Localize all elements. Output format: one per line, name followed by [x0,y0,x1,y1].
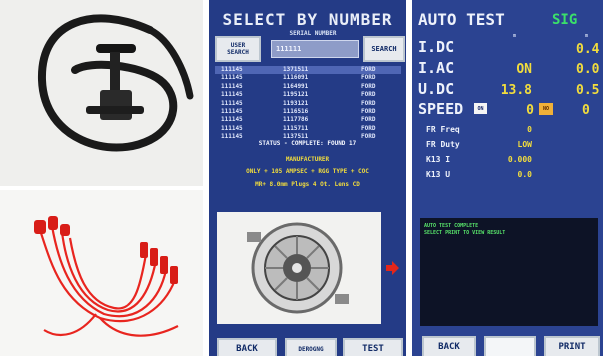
fr-duty-value: LOW [517,140,532,149]
speed-sig: 0 [582,103,590,118]
result-row[interactable]: 111145 1117786 FORD [215,116,401,124]
idc-sig: 0.4 [576,42,600,57]
result-make: FORD [361,99,376,107]
user-search-button[interactable]: USER SEARCH [215,36,261,62]
result-serial: 1117786 [283,116,309,124]
udc-value: 13.8 [500,83,532,98]
result-code: 111145 [221,66,243,73]
result-make: FORD [361,66,376,73]
console-message-line1: AUTO TEST COMPLETE [424,223,479,229]
arrow-right-icon[interactable] [385,261,399,275]
iac-label: I.AC [418,59,455,77]
result-serial: 1115711 [283,124,309,132]
user-search-label-line1: USER [230,42,246,49]
manufacturer-title: MANUFACTURER [285,156,330,163]
print-button[interactable]: PRINT [544,336,600,356]
result-console: AUTO TEST COMPLETE SELECT PRINT TO VIEW … [420,218,598,326]
k13-u-label: K13 U [426,170,451,179]
speed-indicator: NO [539,103,553,115]
test-leads-photo [0,190,203,356]
manufacturer-details-line1: ONLY + 105 AMPSEC + RGG TYPE + COC [246,168,369,175]
result-serial: 1195121 [283,91,309,99]
k13-u-value: 0.0 [517,170,532,179]
sig-unit-label: m [585,33,589,39]
screen-title: AUTO TEST [418,10,505,29]
result-serial: 1116091 [283,74,309,82]
screen-title: SELECT BY NUMBER [222,10,393,29]
idc-label: I.DC [418,38,455,56]
result-row[interactable]: 111145 1115711 FORD [215,125,401,133]
result-code: 111145 [221,99,243,107]
user-search-label-line2: SEARCH [227,49,249,56]
manufacturer-details-line2: MR+ 8.0mm Plugs 4 Ot. Lens CD [255,181,360,188]
result-row[interactable]: 111145 1116091 FORD [215,74,401,82]
coiled-cable-image [37,14,194,152]
result-row[interactable]: 111145 1116516 FORD [215,108,401,116]
other-option-button[interactable]: DEROGNG [285,338,337,356]
alternator-image [247,222,349,314]
red-test-leads-image [34,216,179,337]
back-button[interactable]: BACK [217,338,277,356]
speed-unit-toggle[interactable]: ON [474,103,487,114]
iac-value: ON [516,62,532,77]
fr-freq-value: 0 [527,125,532,134]
serial-number-input[interactable]: 111111 [271,40,359,58]
speed-value: 0 [526,103,534,118]
connector-cable-photo [0,0,203,186]
value-unit-label: m [513,33,517,39]
result-code: 111145 [221,124,243,132]
select-by-number-screen: SELECT BY NUMBER SERIAL NUMBER USER SEAR… [209,0,406,356]
result-row[interactable]: 111145 1195121 FORD [215,91,401,99]
iac-sig: 0.0 [576,62,600,77]
sig-header: SIG [552,12,578,28]
back-button[interactable]: BACK [422,336,476,356]
alternator-photo [217,212,381,324]
speed-label: SPEED [418,100,464,118]
serial-number-label: SERIAL NUMBER [289,30,337,37]
fr-freq-label: FR Freq [426,125,460,134]
result-code: 111145 [221,74,243,82]
result-serial: 1164991 [283,82,309,90]
result-row[interactable]: 111145 1164991 FORD [215,83,401,91]
blank-button[interactable] [484,336,536,356]
k13-i-value: 0.000 [507,155,532,164]
result-row[interactable]: 111145 1371511 FORD [215,66,401,75]
result-code: 111145 [221,107,243,115]
result-row[interactable]: 111145 1193121 FORD [215,100,401,108]
result-serial: 1371511 [283,66,309,73]
result-serial: 1116516 [283,107,309,115]
search-status: STATUS - COMPLETE: FOUND 17 [258,140,357,147]
auto-test-screen: AUTO TEST SIG m m I.DC 0.4 I.AC ON 0.0 U… [412,0,603,356]
search-button[interactable]: SEARCH [363,36,405,62]
k13-i-label: K13 I [426,155,451,164]
result-make: FORD [361,91,376,99]
test-button[interactable]: TEST [343,338,403,356]
result-serial: 1193121 [283,99,309,107]
udc-sig: 0.5 [576,83,600,98]
results-list: 111145 1371511 FORD 111145 1116091 FORD … [215,66,401,142]
result-make: FORD [361,107,376,115]
result-make: FORD [361,124,376,132]
result-make: FORD [361,116,376,124]
result-make: FORD [361,82,376,90]
result-code: 111145 [221,91,243,99]
result-code: 111145 [221,116,243,124]
console-message-line2: SELECT PRINT TO VIEW RESULT [424,230,506,236]
udc-label: U.DC [418,80,455,98]
result-code: 111145 [221,82,243,90]
result-make: FORD [361,74,376,82]
fr-duty-label: FR Duty [426,140,460,149]
